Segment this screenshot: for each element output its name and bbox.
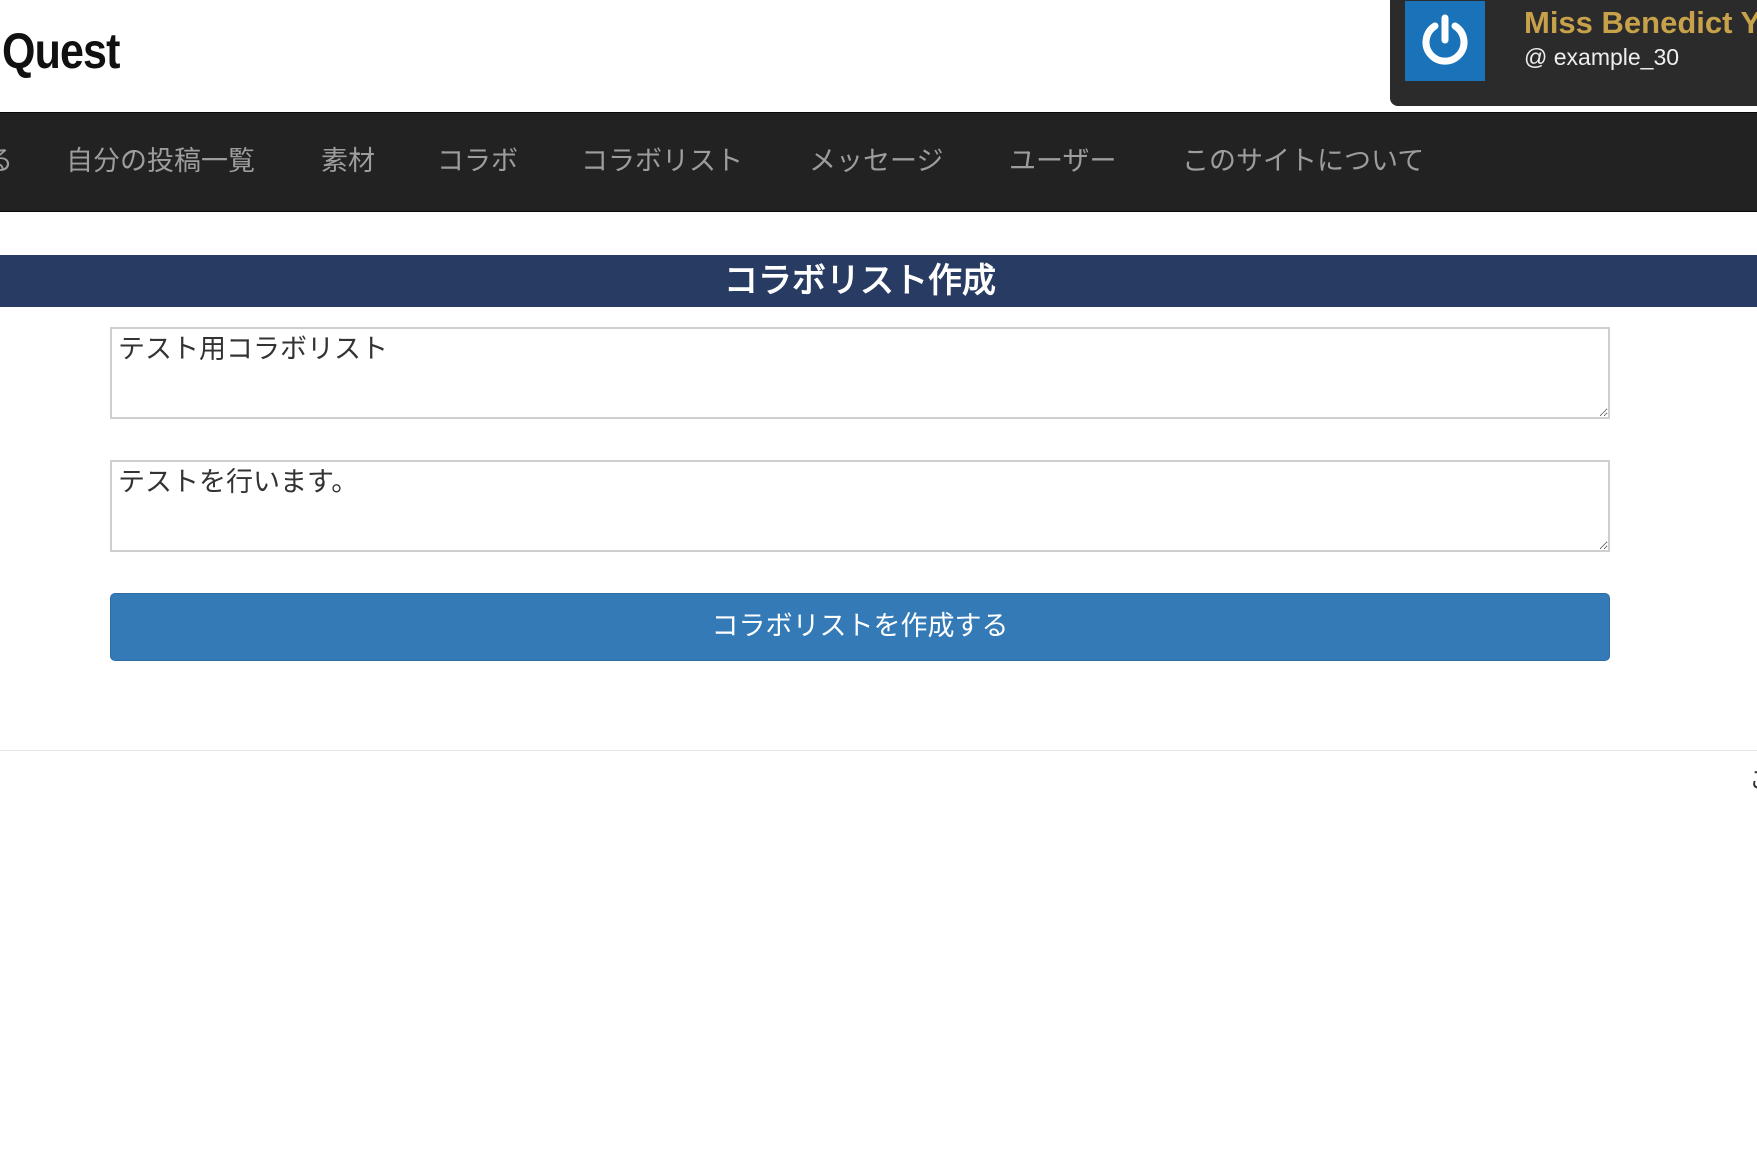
user-name[interactable]: Miss Benedict Y [1524, 5, 1757, 41]
footer-text-clipped: こ [1749, 765, 1757, 795]
footer-divider [0, 750, 1757, 751]
avatar[interactable] [1405, 1, 1485, 81]
nav-item-materials[interactable]: 素材 [321, 113, 375, 211]
main-navbar: る 自分の投稿一覧 素材 コラボ コラボリスト メッセージ ユーザー このサイト… [0, 112, 1757, 212]
nav-item-messages[interactable]: メッセージ [809, 113, 943, 211]
nav-item-collab-lists[interactable]: コラボリスト [581, 113, 743, 211]
user-handle: @ example_30 [1524, 44, 1680, 70]
page-title: コラボリスト作成 [724, 261, 996, 301]
site-logo[interactable]: Quest [2, 18, 120, 84]
site-header: Quest Miss Benedict Y @ example_30 [0, 0, 1757, 112]
collab-list-description-field[interactable]: テストを行います。 [110, 460, 1610, 552]
page-title-bar: コラボリスト作成 [0, 255, 1757, 307]
nav-item-clipped[interactable]: る [0, 113, 13, 211]
nav-item-collabs[interactable]: コラボ [437, 113, 518, 211]
user-card[interactable]: Miss Benedict Y @ example_30 [1390, 0, 1757, 106]
nav-item-about[interactable]: このサイトについて [1182, 113, 1424, 211]
create-collab-list-button[interactable]: コラボリストを作成する [110, 593, 1610, 661]
power-icon [1422, 14, 1468, 65]
page: Quest Miss Benedict Y @ example_30 る 自分の… [0, 0, 1757, 1168]
nav-item-users[interactable]: ユーザー [1009, 113, 1116, 211]
nav-item-my-posts[interactable]: 自分の投稿一覧 [66, 113, 255, 211]
collab-list-title-field[interactable]: テスト用コラボリスト [110, 327, 1610, 419]
